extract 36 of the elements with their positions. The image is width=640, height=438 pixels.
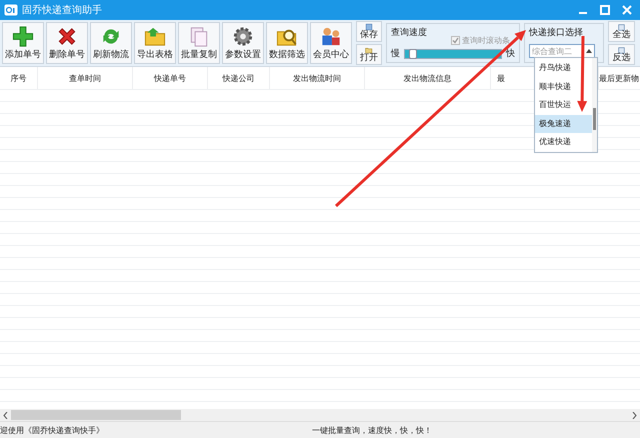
select-all-button[interactable]: 全选 — [608, 21, 635, 42]
toolbar-button[interactable]: 参数设置 — [222, 22, 264, 64]
status-text: 一键批量查询，速度快，快，快！ — [312, 424, 432, 436]
folder-icon — [143, 25, 167, 48]
dropdown-option[interactable]: 丹鸟快递 — [535, 59, 592, 77]
invert-selection-button[interactable]: 反选 — [608, 44, 635, 65]
toolbar-button[interactable]: 添加单号 — [2, 22, 44, 64]
open-button[interactable]: 打开 — [356, 44, 382, 65]
scroll-right-icon[interactable] — [632, 412, 637, 418]
dropdown-option[interactable]: 极兔速递 — [535, 114, 592, 132]
folder-icon — [365, 46, 373, 54]
toolbar-button[interactable]: 导出表格 — [134, 22, 176, 64]
maximize-icon[interactable] — [600, 5, 610, 15]
toolbar-button[interactable]: 会员中心 — [310, 22, 352, 64]
slow-label: 慢 — [391, 48, 400, 60]
gear-icon — [231, 25, 255, 48]
horizontal-scrollbar[interactable] — [0, 409, 640, 421]
dropdown-option[interactable]: 优速快递 — [535, 133, 592, 151]
fast-label: 快 — [506, 48, 515, 60]
plus-icon — [11, 25, 35, 48]
status-text: 迎使用《固乔快递查询快手》 — [0, 424, 105, 436]
save-button[interactable]: 保存 — [356, 21, 382, 42]
toolbar-button[interactable]: 批量复制 — [178, 22, 220, 64]
vertical-scrollbar[interactable] — [592, 58, 597, 152]
toolbar-button[interactable]: 数据筛选 — [266, 22, 308, 64]
caret-icon — [586, 49, 592, 53]
toolbar-button[interactable]: 删除单号 — [46, 22, 88, 64]
slider-thumb[interactable] — [409, 48, 418, 58]
scroll-left-icon[interactable] — [3, 412, 8, 418]
close-icon[interactable] — [622, 5, 632, 15]
dropdown-option[interactable]: 顺丰快递 — [535, 78, 592, 96]
toolbar-button[interactable]: 刷新物流 — [90, 22, 132, 64]
group-title: 快递接口选择 — [529, 28, 583, 38]
dropdown-option[interactable]: 百世快运 — [535, 96, 592, 114]
window-title: 固乔快递查询助手 — [22, 4, 102, 17]
app-icon — [4, 4, 18, 16]
